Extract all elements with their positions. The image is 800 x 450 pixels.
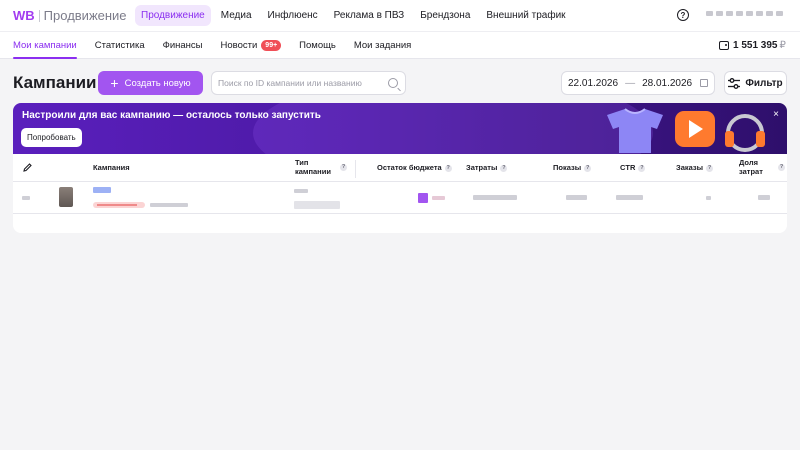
info-icon[interactable]: ?: [706, 164, 714, 172]
logo-subtitle: Продвижение: [43, 8, 127, 23]
calendar-icon: [700, 79, 708, 87]
date-range-picker[interactable]: 22.01.2026 — 28.01.2026: [561, 71, 715, 95]
col-ctr[interactable]: CTR?: [620, 163, 646, 173]
budget-value: [432, 196, 445, 200]
col-views[interactable]: Показы?: [553, 163, 592, 173]
campaign-type-tag: [294, 201, 340, 209]
search-box: [211, 71, 406, 95]
campaigns-table: Кампания Тип кампании? Остаток бюджета? …: [13, 154, 787, 233]
tab-label: Финансы: [162, 40, 203, 51]
tab-label: Мои задания: [353, 40, 412, 51]
col-label: Затраты: [466, 163, 498, 172]
wallet-icon: [719, 41, 729, 50]
balance-currency: ₽: [779, 40, 786, 51]
close-icon[interactable]: ×: [773, 109, 779, 120]
tab-label: Статистика: [94, 40, 145, 51]
nav-item-external-traffic[interactable]: Внешний трафик: [480, 5, 571, 26]
balance[interactable]: 1 551 395 ₽: [719, 40, 786, 51]
col-share[interactable]: Доля затрат?: [739, 158, 785, 176]
col-budget[interactable]: Остаток бюджета?: [377, 163, 452, 173]
tab-label: Новости: [220, 40, 258, 51]
campaign-type-value: [294, 189, 308, 193]
col-label: Остаток бюджета: [377, 163, 442, 172]
col-label: Кампания: [93, 163, 130, 172]
sliders-icon: [728, 77, 741, 89]
orders-value: [706, 196, 711, 200]
try-button[interactable]: Попробовать: [21, 128, 82, 147]
row-checkbox[interactable]: [22, 196, 30, 200]
col-campaign[interactable]: Кампания: [93, 163, 130, 173]
col-label: Показы: [553, 163, 582, 172]
tab-news[interactable]: Новости 99+: [221, 32, 282, 59]
tab-label: Мои кампании: [13, 40, 77, 51]
campaign-id: [150, 203, 188, 207]
table-row[interactable]: [13, 182, 787, 214]
col-label: Доля затрат: [739, 158, 763, 176]
col-label: CTR: [620, 163, 636, 172]
views-value: [566, 195, 587, 200]
info-icon[interactable]: ?: [340, 164, 347, 172]
tab-my-campaigns[interactable]: Мои кампании: [13, 32, 77, 59]
info-icon[interactable]: ?: [778, 164, 785, 172]
banner-illustration: [607, 108, 765, 153]
col-type[interactable]: Тип кампании?: [295, 158, 347, 176]
budget-indicator[interactable]: [418, 193, 428, 203]
col-label: Тип кампании: [295, 158, 331, 176]
filter-label: Фильтр: [745, 77, 783, 89]
date-to: 28.01.2026: [642, 77, 693, 89]
edit-icon[interactable]: [23, 163, 32, 172]
tab-finances[interactable]: Финансы: [163, 32, 203, 59]
col-orders[interactable]: Заказы?: [676, 163, 714, 173]
tab-my-tasks[interactable]: Мои задания: [354, 32, 411, 59]
banner-title: Настроили для вас кампанию — осталось то…: [22, 110, 321, 121]
info-icon[interactable]: ?: [500, 164, 508, 172]
col-spend[interactable]: Затраты?: [466, 163, 508, 173]
help-icon[interactable]: ?: [677, 9, 689, 21]
info-icon[interactable]: ?: [584, 164, 592, 172]
nav-item-brandzone[interactable]: Брендзона: [414, 5, 476, 26]
campaign-name[interactable]: [93, 187, 111, 193]
tab-statistics[interactable]: Статистика: [95, 32, 145, 59]
top-bar: WB Продвижение Продвижение Медиа Инфлюен…: [0, 0, 800, 31]
main-nav: Продвижение Медиа Инфлюенс Реклама в ПВЗ…: [135, 5, 576, 26]
create-campaign-button[interactable]: + Создать новую: [98, 71, 203, 95]
table-header: Кампания Тип кампании? Остаток бюджета? …: [13, 154, 787, 182]
nav-item-pvz-ads[interactable]: Реклама в ПВЗ: [328, 5, 411, 26]
news-count-badge: 99+: [261, 40, 282, 51]
share-value: [758, 195, 770, 200]
nav-item-influence[interactable]: Инфлюенс: [262, 5, 324, 26]
ctr-value: [616, 195, 643, 200]
date-from: 22.01.2026: [568, 77, 619, 89]
create-campaign-label: Создать новую: [124, 77, 191, 89]
product-thumbnail: [59, 187, 73, 207]
page-title: Кампании: [13, 73, 97, 92]
date-separator: —: [625, 77, 636, 89]
search-input[interactable]: [218, 78, 384, 88]
balance-value: 1 551 395: [733, 40, 778, 51]
column-divider: [355, 160, 356, 178]
logo-separator: [38, 9, 40, 22]
logo-brand: WB: [13, 8, 35, 23]
info-icon[interactable]: ?: [638, 164, 646, 172]
tab-help[interactable]: Помощь: [299, 32, 336, 59]
info-icon[interactable]: ?: [444, 164, 452, 172]
nav-item-promotion[interactable]: Продвижение: [135, 5, 211, 26]
campaign-status-badge: [93, 202, 145, 208]
sub-nav: Мои кампании Статистика Финансы Новости 9…: [13, 32, 429, 59]
sub-bar: Мои кампании Статистика Финансы Новости 9…: [0, 31, 800, 59]
filter-button[interactable]: Фильтр: [724, 71, 787, 95]
col-label: Заказы: [676, 163, 704, 172]
account-menu[interactable]: [706, 11, 783, 16]
spend-value: [473, 195, 517, 200]
logo[interactable]: WB Продвижение: [13, 8, 127, 23]
plus-icon: +: [110, 75, 119, 91]
tab-label: Помощь: [299, 40, 336, 51]
search-icon[interactable]: [388, 78, 398, 88]
promo-banner: Настроили для вас кампанию — осталось то…: [13, 103, 787, 154]
nav-item-media[interactable]: Медиа: [215, 5, 258, 26]
